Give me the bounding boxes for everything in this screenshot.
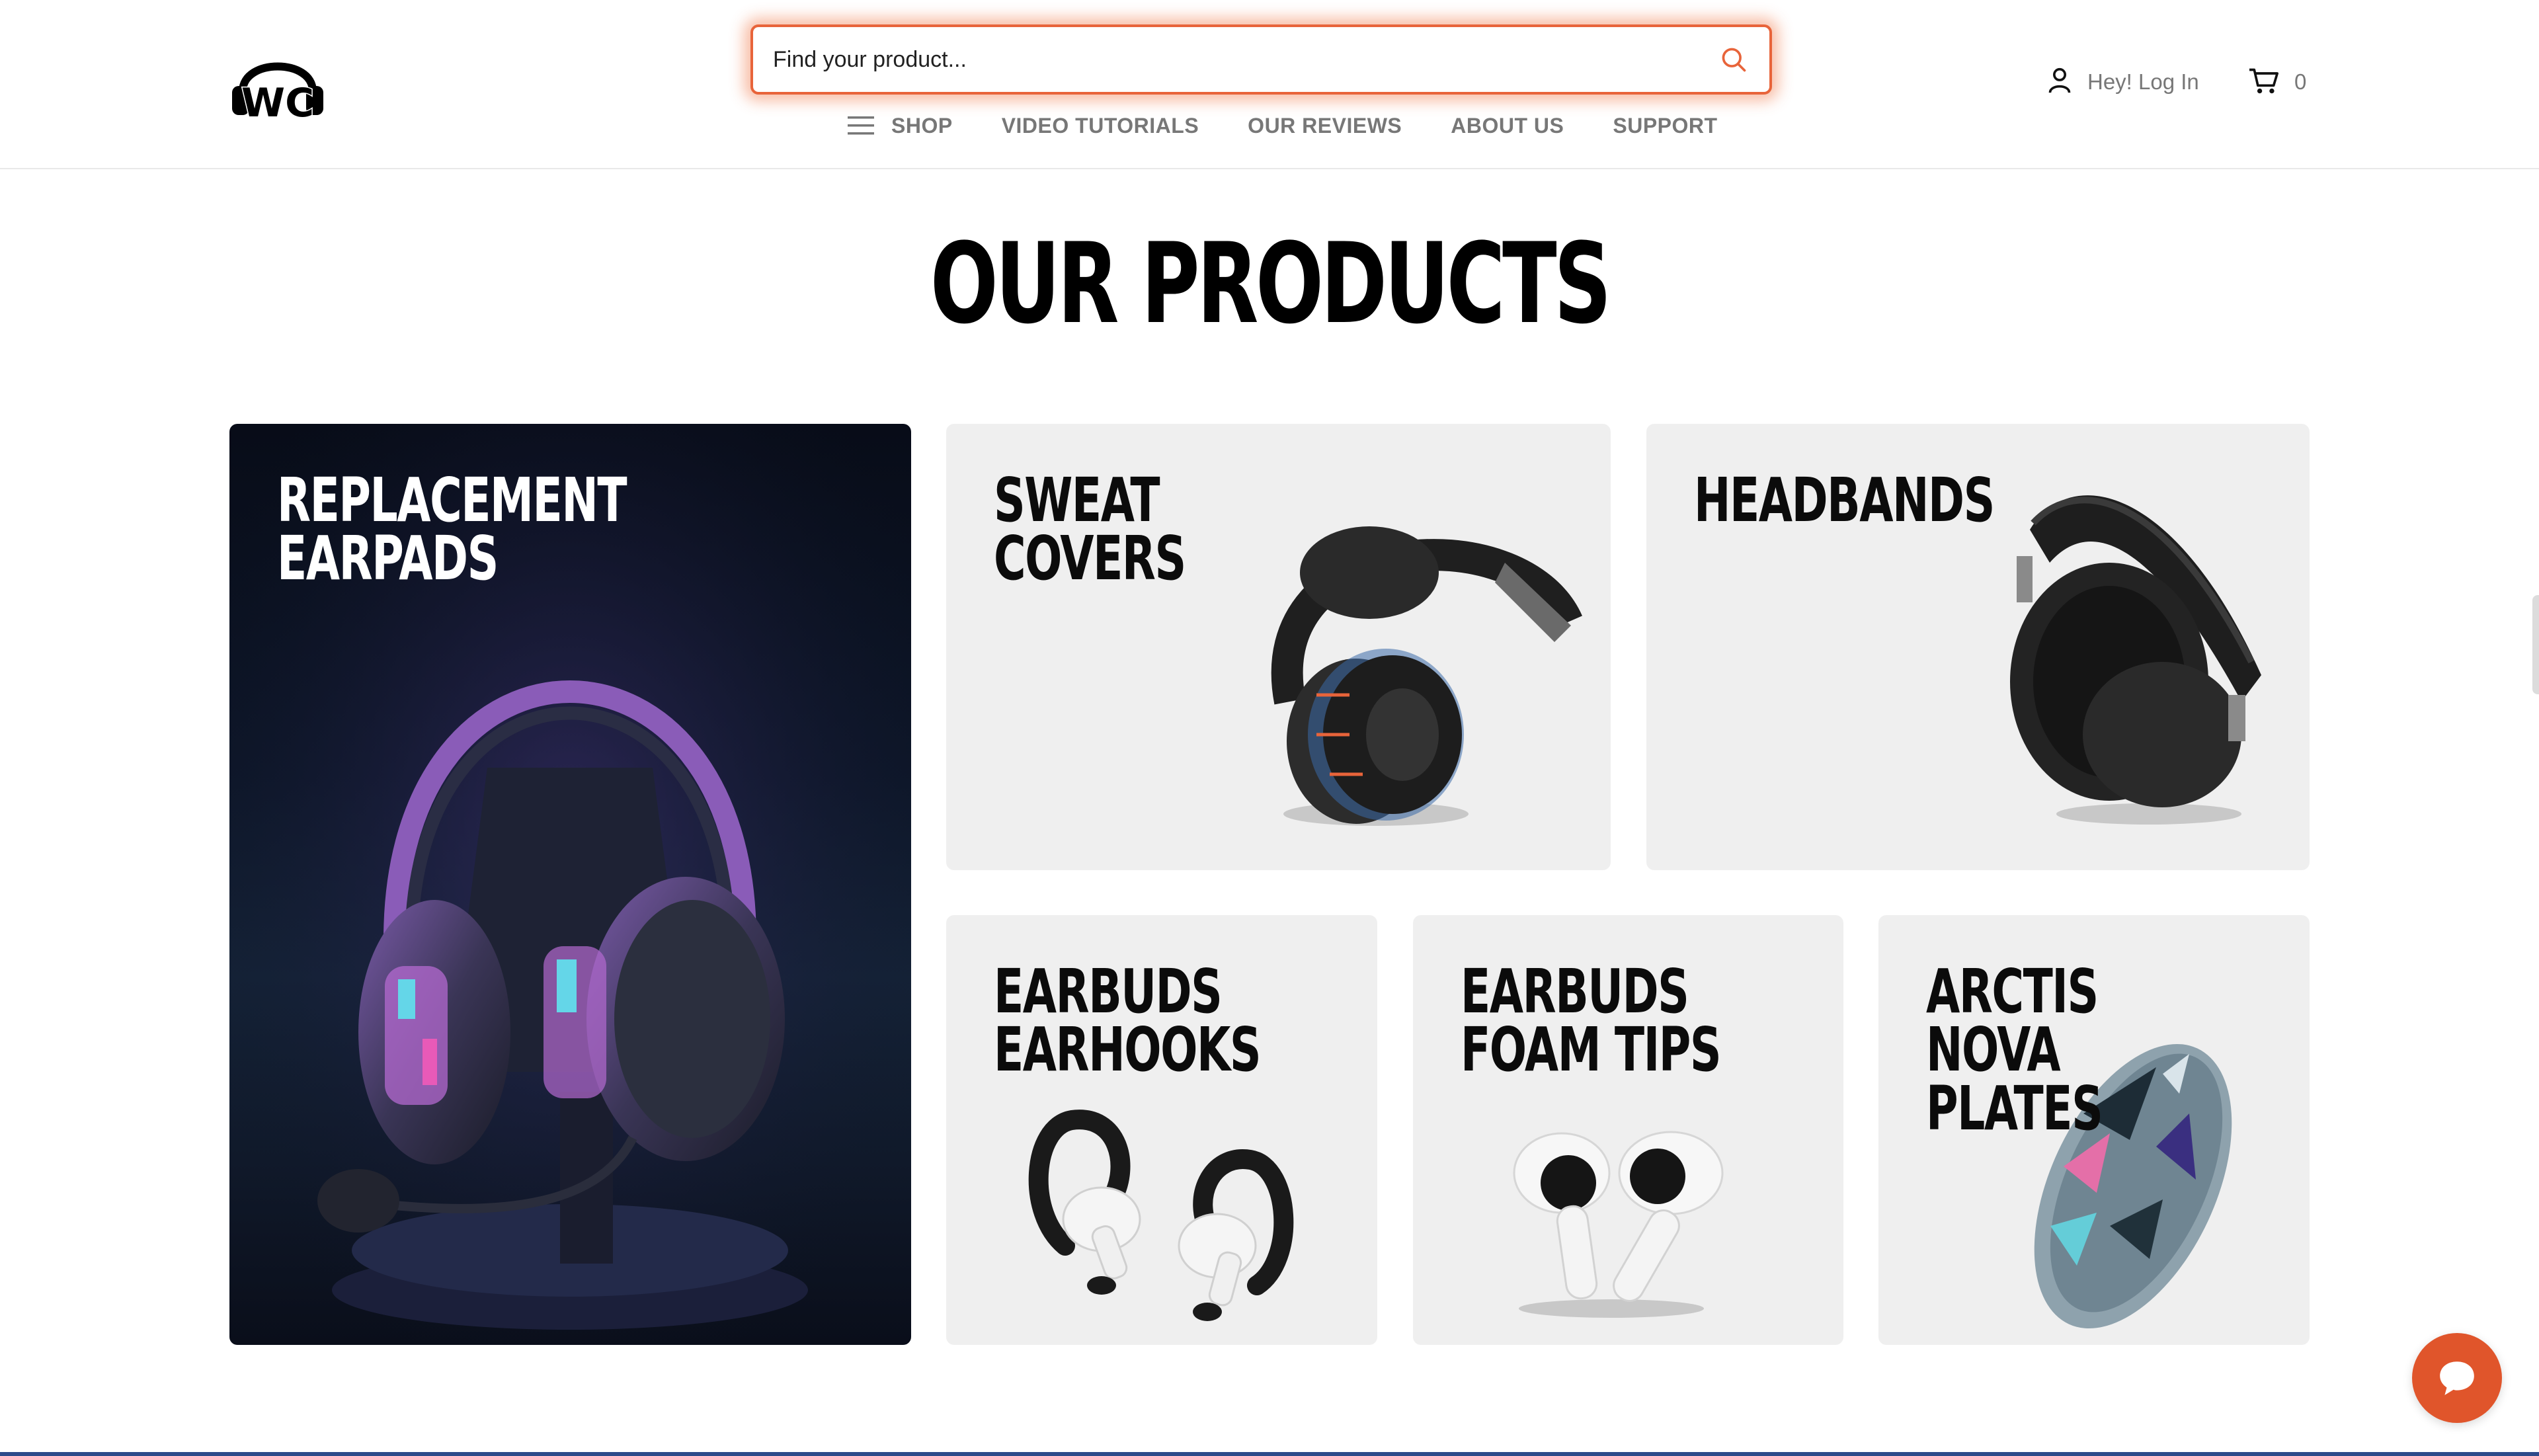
login-link[interactable]: Hey! Log In <box>2046 66 2199 98</box>
card-label-arctis-nova-plates: ARCTIS NOVA PLATES <box>1926 956 2103 1144</box>
cart-count: 0 <box>2294 69 2307 94</box>
site-header: WC SHOP VIDEO TUTORIALS OUR REVIEWS ABOU… <box>0 0 2539 169</box>
search-input[interactable] <box>773 46 1718 73</box>
category-card-arctis-nova-plates[interactable]: ARCTIS NOVA PLATES <box>1878 915 2310 1345</box>
card-label-replacement-earpads: REPLACEMENT EARPADS <box>277 465 627 594</box>
chat-bubble-icon <box>2440 1361 2474 1395</box>
site-logo[interactable]: WC <box>228 45 327 128</box>
nav-our-reviews[interactable]: OUR REVIEWS <box>1248 114 1402 138</box>
footer-top-border <box>0 1452 2539 1456</box>
chat-button[interactable] <box>2412 1333 2502 1423</box>
headphones-logo-icon: WC <box>232 62 323 128</box>
category-card-headbands[interactable]: HEADBANDS <box>1646 424 2310 870</box>
menu-icon <box>846 114 875 137</box>
user-icon <box>2046 66 2076 98</box>
page-title: OUR PRODUCTS <box>930 219 1611 348</box>
svg-text:WC: WC <box>241 80 314 124</box>
category-card-sweat-covers[interactable]: SWEAT COVERS <box>946 424 1611 870</box>
category-card-replacement-earpads[interactable]: REPLACEMENT EARPADS <box>229 424 911 1345</box>
nav-video-tutorials[interactable]: VIDEO TUTORIALS <box>1002 114 1199 138</box>
category-card-earbuds-earhooks[interactable]: EARBUDS EARHOOKS <box>946 915 1377 1345</box>
search-icon[interactable] <box>1718 44 1750 75</box>
nav-shop[interactable]: SHOP <box>846 114 953 138</box>
nav-support[interactable]: SUPPORT <box>1613 114 1717 138</box>
card-label-headbands: HEADBANDS <box>1694 465 1995 536</box>
category-card-earbuds-foam-tips[interactable]: EARBUDS FOAM TIPS <box>1413 915 1843 1345</box>
card-label-sweat-covers: SWEAT COVERS <box>994 465 1186 594</box>
card-label-earbuds-foam-tips: EARBUDS FOAM TIPS <box>1461 956 1722 1086</box>
nav-about-us[interactable]: ABOUT US <box>1451 114 1564 138</box>
card-label-earbuds-earhooks: EARBUDS EARHOOKS <box>994 956 1262 1086</box>
search-bar[interactable] <box>750 24 1772 95</box>
nav-shop-label: SHOP <box>891 113 953 138</box>
main-nav: SHOP VIDEO TUTORIALS OUR REVIEWS ABOUT U… <box>846 106 1767 145</box>
side-feedback-tab[interactable] <box>2532 595 2539 694</box>
cart-link[interactable]: 0 <box>2248 66 2306 98</box>
cart-icon <box>2248 66 2282 98</box>
login-label: Hey! Log In <box>2087 69 2199 94</box>
